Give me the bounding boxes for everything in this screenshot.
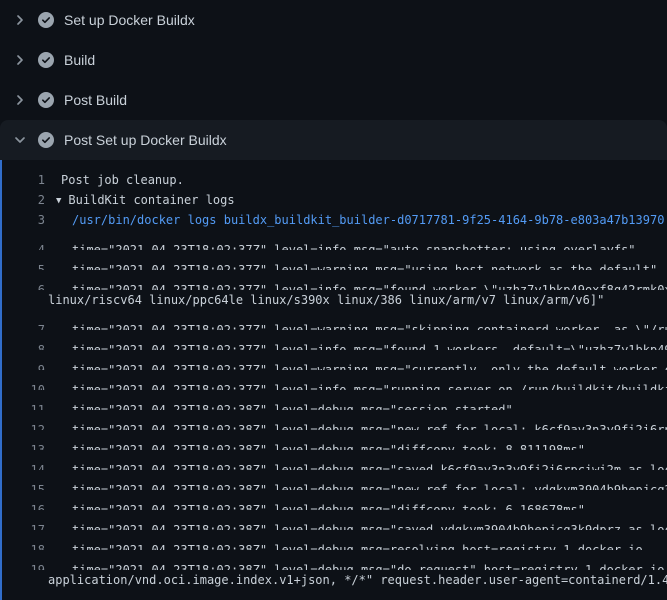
check-circle-icon (38, 12, 54, 28)
log-line-number[interactable]: 10 (0, 380, 45, 390)
log-text: linux/riscv64 linux/ppc64le linux/s390x … (48, 290, 604, 310)
log-text: time="2021-04-23T18:02:38Z" level=debug … (72, 480, 667, 490)
log-line-number[interactable]: 9 (0, 360, 45, 370)
log-line-number[interactable]: 3 (0, 210, 45, 230)
log-line-number[interactable]: 8 (0, 340, 45, 350)
log-text: time="2021-04-23T18:02:38Z" level=debug … (72, 520, 667, 530)
log-line-number[interactable]: 2 (0, 190, 45, 210)
log-viewer: 1 Post job cleanup. 2 ▼ BuildKit container l… (0, 160, 667, 600)
log-text: time="2021-04-23T18:02:37Z" level=warnin… (72, 360, 667, 370)
log-line-number[interactable]: 1 (0, 170, 45, 190)
log-text: time="2021-04-23T18:02:38Z" level=debug … (72, 440, 585, 450)
log-line: 12 time="2021-04-23T18:02:38Z" level=debu… (0, 410, 667, 430)
log-line: 11 time="2021-04-23T18:02:38Z" level=debu… (0, 390, 667, 410)
log-text: time="2021-04-23T18:02:38Z" level=debug … (72, 560, 667, 570)
check-circle-icon (38, 132, 54, 148)
log-line-number[interactable]: 12 (0, 420, 45, 430)
log-text: time="2021-04-23T18:02:37Z" level=warnin… (72, 320, 667, 330)
log-text: time="2021-04-23T18:02:38Z" level=debug … (72, 540, 643, 550)
chevron-down-icon (12, 132, 28, 148)
chevron-right-icon (12, 52, 28, 68)
log-line: 3/usr/bin/docker logs buildx_buildkit_bu… (0, 210, 667, 230)
log-text: time="2021-04-23T18:02:38Z" level=debug … (72, 500, 585, 510)
step-label: Set up Docker Buildx (64, 12, 195, 28)
log-line: 20time="2021-04-23T18:02:38Z" level=debu… (0, 590, 667, 600)
log-text: time="2021-04-23T18:02:37Z" level=info m… (72, 280, 667, 290)
log-line: 13 time="2021-04-23T18:02:38Z" level=debu… (0, 430, 667, 450)
log-line-number[interactable]: 18 (0, 540, 45, 550)
log-line: 1 Post job cleanup. (0, 170, 667, 190)
step-row-post-build[interactable]: Post Build (0, 80, 667, 120)
step-label: Post Build (64, 92, 127, 108)
log-text: application/vnd.oci.image.index.v1+json,… (48, 570, 667, 590)
log-line: 15 time="2021-04-23T18:02:38Z" level=debu… (0, 470, 667, 490)
log-text: time="2021-04-23T18:02:38Z" level=debug … (72, 460, 667, 470)
check-circle-icon (38, 92, 54, 108)
log-line: 16 time="2021-04-23T18:02:38Z" level=debu… (0, 490, 667, 510)
log-line-number[interactable]: 7 (0, 320, 45, 330)
log-line-number[interactable]: 6 (0, 280, 45, 290)
check-circle-icon (38, 52, 54, 68)
log-line-number[interactable]: 14 (0, 460, 45, 470)
step-row-post-set-up-docker-buildx[interactable]: Post Set up Docker Buildx (0, 120, 667, 160)
log-line-number[interactable]: 13 (0, 440, 45, 450)
log-line-number[interactable]: 19 (0, 560, 45, 570)
log-line: 17 time="2021-04-23T18:02:38Z" level=debu… (0, 510, 667, 530)
log-text: time="2021-04-23T18:02:37Z" level=info m… (72, 380, 667, 390)
log-line: 18 time="2021-04-23T18:02:38Z" level=debu… (0, 530, 667, 550)
caret-down-icon: ▼ (56, 191, 61, 211)
log-line: 19 time="2021-04-23T18:02:38Z" level=debu… (0, 550, 667, 570)
log-line: 7 time="2021-04-23T18:02:37Z" level=warni… (0, 310, 667, 330)
log-group-label: BuildKit container logs (68, 193, 234, 207)
step-row-build[interactable]: Build (0, 40, 667, 80)
chevron-right-icon (12, 12, 28, 28)
log-line-number[interactable]: 11 (0, 400, 45, 410)
chevron-right-icon (12, 92, 28, 108)
log-line-number[interactable]: 5 (0, 260, 45, 270)
log-line-number[interactable]: 4 (0, 240, 45, 250)
log-line-continuation: application/vnd.oci.image.index.v1+json,… (0, 570, 667, 590)
log-line: 14 time="2021-04-23T18:02:38Z" level=debu… (0, 450, 667, 470)
step-label: Post Set up Docker Buildx (64, 132, 227, 148)
log-line: 4 time="2021-04-23T18:02:37Z" level=info … (0, 230, 667, 250)
step-row-set-up-docker-buildx[interactable]: Set up Docker Buildx (0, 0, 667, 40)
log-line: 2 ▼ BuildKit container logs (0, 190, 667, 210)
log-line-number[interactable]: 17 (0, 520, 45, 530)
log-line-number[interactable]: 16 (0, 500, 45, 510)
log-text: time="2021-04-23T18:02:37Z" level=warnin… (72, 260, 657, 270)
log-command-text: /usr/bin/docker logs buildx_buildkit_bui… (72, 210, 664, 230)
log-text: time="2021-04-23T18:02:37Z" level=info m… (72, 240, 636, 250)
log-line: 6 time="2021-04-23T18:02:37Z" level=info … (0, 270, 667, 290)
log-text: Post job cleanup. (61, 170, 184, 190)
log-group-toggle[interactable]: ▼ BuildKit container logs (56, 190, 235, 210)
log-line: 10 time="2021-04-23T18:02:37Z" level=info… (0, 370, 667, 390)
log-text: time="2021-04-23T18:02:37Z" level=info m… (72, 340, 667, 350)
log-lines: 1 Post job cleanup. 2 ▼ BuildKit container l… (0, 170, 667, 600)
steps-list: Set up Docker Buildx Build Post Build Post … (0, 0, 667, 160)
log-line-number[interactable]: 15 (0, 480, 45, 490)
log-text: time="2021-04-23T18:02:38Z" level=debug … (72, 420, 667, 430)
step-label: Build (64, 52, 95, 68)
log-line-continuation: linux/riscv64 linux/ppc64le linux/s390x … (0, 290, 667, 310)
log-line: 9 time="2021-04-23T18:02:37Z" level=warni… (0, 350, 667, 370)
log-line: 8 time="2021-04-23T18:02:37Z" level=info … (0, 330, 667, 350)
log-text: time="2021-04-23T18:02:38Z" level=debug … (72, 400, 513, 410)
log-line: 5 time="2021-04-23T18:02:37Z" level=warni… (0, 250, 667, 270)
